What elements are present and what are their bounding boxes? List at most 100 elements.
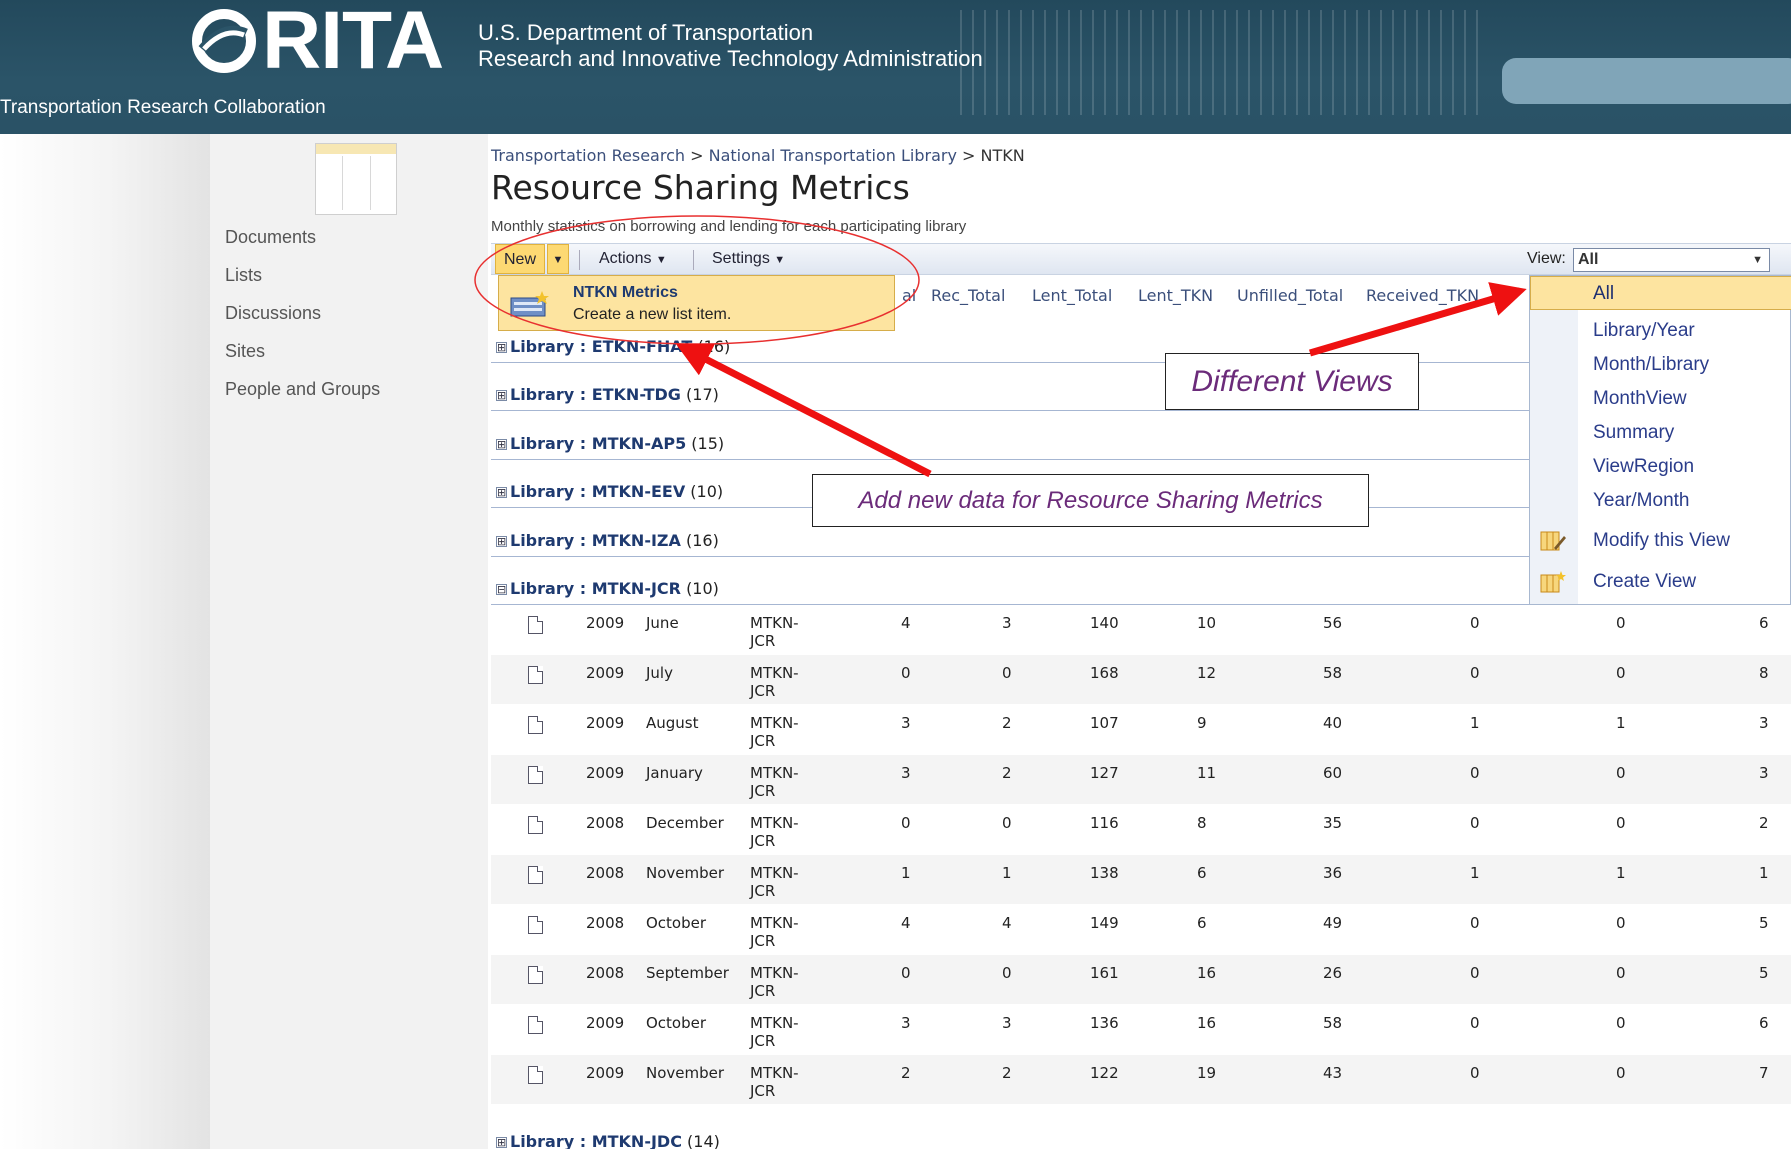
table-row[interactable]: 2009 October MTKN- JCR 3 3 136 16 58 0 0 6 — [491, 1005, 1791, 1054]
cell-library-line-1: MTKN- — [750, 1064, 799, 1082]
cell-library-line-2: JCR — [750, 932, 776, 950]
actions-menu[interactable]: Actions ▼ — [599, 244, 667, 274]
view-option-month-library[interactable]: Month/Library — [1593, 354, 1709, 376]
toolbar-divider — [579, 250, 580, 270]
breadcrumb-separator: > — [962, 146, 976, 165]
group-separator: : — [574, 579, 592, 598]
group-label: Library — [510, 579, 575, 598]
table-row[interactable]: 2008 November MTKN- JCR 1 1 138 6 36 1 1 1 — [491, 855, 1791, 904]
group-header-mtkn-eev[interactable]: ⊞ Library : MTKN-EEV (10) — [496, 482, 723, 501]
cell-value: 19 — [1197, 1064, 1217, 1082]
view-option-monthview[interactable]: MonthView — [1593, 388, 1687, 410]
document-icon[interactable] — [528, 1066, 543, 1084]
nav-lists[interactable]: Lists — [225, 265, 262, 286]
document-icon[interactable] — [528, 766, 543, 784]
modify-this-view[interactable]: Modify this View — [1593, 530, 1730, 552]
group-separator: : — [574, 531, 592, 550]
document-icon[interactable] — [528, 616, 543, 634]
document-icon[interactable] — [528, 866, 543, 884]
breadcrumb: Transportation Research > National Trans… — [491, 146, 1025, 165]
cell-value: 5 — [1759, 964, 1769, 982]
nav-sites[interactable]: Sites — [225, 341, 265, 362]
document-icon[interactable] — [528, 716, 543, 734]
document-icon[interactable] — [528, 966, 543, 984]
column-header-partial[interactable]: al — [902, 286, 916, 305]
document-icon[interactable] — [528, 916, 543, 934]
document-icon[interactable] — [528, 666, 543, 684]
column-header-lent-total[interactable]: Lent_Total — [1032, 286, 1112, 305]
document-icon[interactable] — [528, 1016, 543, 1034]
column-header-unfilled-total[interactable]: Unfilled_Total — [1237, 286, 1343, 305]
cell-library: MTKN- JCR — [750, 964, 799, 1000]
search-input[interactable] — [1502, 58, 1791, 104]
create-view[interactable]: Create View — [1593, 571, 1696, 593]
view-option-year-month[interactable]: Year/Month — [1593, 490, 1689, 512]
collapse-icon[interactable]: ⊟ — [496, 584, 507, 595]
view-option-all[interactable]: All — [1593, 283, 1614, 305]
column-header-rec-total[interactable]: Rec_Total — [931, 286, 1005, 305]
cell-library-line-1: MTKN- — [750, 814, 799, 832]
group-count: (16) — [685, 531, 719, 550]
cell-value: 3 — [901, 1014, 911, 1032]
view-option-all-highlight[interactable] — [1530, 276, 1791, 310]
cell-value: 9 — [1197, 714, 1207, 732]
table-row[interactable]: 2009 January MTKN- JCR 3 2 127 11 60 0 0 3 — [491, 755, 1791, 804]
cell-value: 0 — [1616, 614, 1626, 632]
new-item-menu[interactable]: NTKN Metrics Create a new list item. — [498, 275, 895, 331]
table-row[interactable]: 2008 December MTKN- JCR 0 0 116 8 35 0 0 2 — [491, 805, 1791, 854]
group-header-etkn-fhat[interactable]: ⊞ Library : ETKN-FHAT (16) — [496, 337, 730, 356]
breadcrumb-link-national-transportation-library[interactable]: National Transportation Library — [709, 146, 957, 165]
breadcrumb-link-transportation-research[interactable]: Transportation Research — [491, 146, 685, 165]
group-header-mtkn-jcr[interactable]: ⊟ Library : MTKN-JCR (10) — [496, 579, 719, 598]
nav-discussions[interactable]: Discussions — [225, 303, 321, 324]
group-header-etkn-tdg[interactable]: ⊞ Library : ETKN-TDG (17) — [496, 385, 719, 404]
cell-value: 3 — [1002, 614, 1012, 632]
cell-value: 136 — [1090, 1014, 1119, 1032]
group-header-mtkn-iza[interactable]: ⊞ Library : MTKN-IZA (16) — [496, 531, 719, 550]
expand-icon[interactable]: ⊞ — [496, 439, 507, 450]
view-option-summary[interactable]: Summary — [1593, 422, 1674, 444]
view-select[interactable]: All ▼ — [1573, 248, 1770, 272]
breadcrumb-separator: > — [690, 146, 704, 165]
nav-documents[interactable]: Documents — [225, 227, 316, 248]
expand-icon[interactable]: ⊞ — [496, 487, 507, 498]
table-row[interactable]: 2009 August MTKN- JCR 3 2 107 9 40 1 1 3 — [491, 705, 1791, 754]
cell-value: 0 — [901, 814, 911, 832]
expand-icon[interactable]: ⊞ — [496, 536, 507, 547]
rita-logo[interactable]: RITA — [192, 0, 444, 82]
cell-month: August — [646, 714, 699, 732]
table-row[interactable]: 2009 July MTKN- JCR 0 0 168 12 58 0 0 8 — [491, 655, 1791, 704]
document-icon[interactable] — [528, 816, 543, 834]
header-decoration — [960, 10, 1480, 115]
cell-value: 0 — [1616, 1014, 1626, 1032]
column-header-lent-tkn[interactable]: Lent_TKN — [1138, 286, 1213, 305]
group-label: Library — [510, 531, 575, 550]
group-header-mtkn-ap5[interactable]: ⊞ Library : MTKN-AP5 (15) — [496, 434, 724, 453]
new-dropdown-arrow-icon[interactable]: ▼ — [547, 244, 569, 274]
cell-value: 138 — [1090, 864, 1119, 882]
expand-icon[interactable]: ⊞ — [496, 342, 507, 353]
table-row[interactable]: 2009 June MTKN- JCR 4 3 140 10 56 0 0 6 — [491, 605, 1791, 654]
settings-menu[interactable]: Settings ▼ — [712, 244, 785, 274]
create-view-icon — [1540, 571, 1566, 593]
site-title[interactable]: Transportation Research Collaboration — [0, 97, 326, 119]
view-option-viewregion[interactable]: ViewRegion — [1593, 456, 1694, 478]
nav-people-and-groups[interactable]: People and Groups — [225, 379, 380, 400]
column-header-received-tkn[interactable]: Received_TKN — [1366, 286, 1479, 305]
group-label: Library — [510, 434, 575, 453]
new-button[interactable]: New — [495, 244, 546, 274]
cell-library-line-2: JCR — [750, 982, 776, 1000]
table-row[interactable]: 2009 November MTKN- JCR 2 2 122 19 43 0 0 7 — [491, 1055, 1791, 1104]
group-label: Library — [510, 337, 575, 356]
group-header-mtkn-jdc[interactable]: ⊞ Library : MTKN-JDC (14) — [496, 1132, 720, 1149]
cell-value: 0 — [1616, 814, 1626, 832]
table-row[interactable]: 2008 September MTKN- JCR 0 0 161 16 26 0 0 5 — [491, 955, 1791, 1004]
expand-icon[interactable]: ⊞ — [496, 390, 507, 401]
table-row[interactable]: 2008 October MTKN- JCR 4 4 149 6 49 0 0 5 — [491, 905, 1791, 954]
expand-icon[interactable]: ⊞ — [496, 1137, 507, 1148]
cell-value: 11 — [1197, 764, 1217, 782]
cell-value: 0 — [1616, 964, 1626, 982]
cell-library-line-1: MTKN- — [750, 714, 799, 732]
cell-value: 1 — [1616, 714, 1626, 732]
view-option-library-year[interactable]: Library/Year — [1593, 320, 1695, 342]
